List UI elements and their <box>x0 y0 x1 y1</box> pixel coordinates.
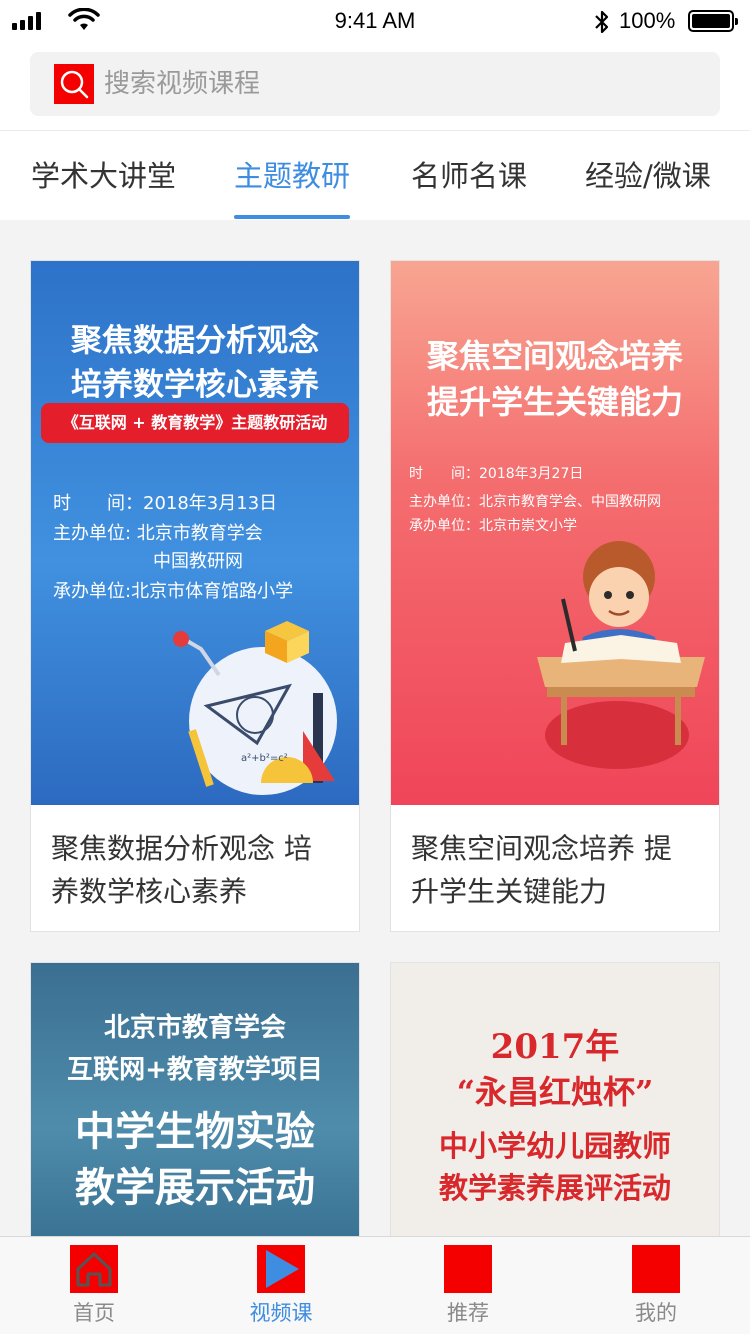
cover-info-line: 主办单位：北京市教育学会、中国教研网 <box>409 494 661 510</box>
course-title: 聚焦数据分析观念 培养数学核心素养 <box>51 832 312 908</box>
home-icon <box>70 1245 118 1293</box>
tab-famous-teacher[interactable]: 名师名课 <box>411 131 527 221</box>
student-illustration <box>537 541 705 769</box>
bottom-tab-bar: 首页 视频课 推荐 我的 <box>0 1236 750 1334</box>
tab-academic-lecture[interactable]: 学术大讲堂 <box>31 131 176 221</box>
tabbar-label: 推荐 <box>447 1301 489 1325</box>
course-card[interactable]: 2017年 “永昌红烛杯” 中小学幼儿园教师 教学素养展评活动 <box>390 962 720 1238</box>
cover-headline: “永昌红烛杯” <box>456 1073 654 1111</box>
course-card[interactable]: 聚焦数据分析观念 培养数学核心素养 《互联网 + 教育教学》主题教研活动 时 间… <box>30 260 360 932</box>
tabbar-label: 视频课 <box>249 1301 313 1325</box>
cover-headline: 北京市教育学会 <box>103 1013 286 1043</box>
cover-headline: 中小学幼儿园教师 <box>438 1129 671 1163</box>
play-icon <box>257 1245 305 1293</box>
cover-info-line: 时 间：2018年3月13日 <box>53 493 278 514</box>
search-input[interactable] <box>104 52 694 116</box>
cover-headline: 2017年 <box>490 1027 620 1067</box>
battery-icon <box>688 10 738 32</box>
tab-label: 学术大讲堂 <box>31 159 177 193</box>
cover-headline: 教学展示活动 <box>75 1165 315 1211</box>
cover-info-line: 时 间：2018年3月27日 <box>409 466 584 482</box>
tab-label: 经验/微课 <box>585 159 711 193</box>
tab-theme-research[interactable]: 主题教研 <box>234 131 351 221</box>
search-icon[interactable] <box>54 64 94 104</box>
geometry-illustration: a²+b²=c² <box>173 621 337 795</box>
course-cover: 聚焦数据分析观念 培养数学核心素养 《互联网 + 教育教学》主题教研活动 时 间… <box>31 261 359 805</box>
cover-headline: 互联网+教育教学项目 <box>67 1055 323 1085</box>
cover-headline: 中学生物实验 <box>75 1109 315 1155</box>
cover-info-line: 主办单位: 北京市教育学会 <box>53 523 263 544</box>
tab-label: 名师名课 <box>411 159 528 193</box>
active-tab-indicator <box>234 215 351 219</box>
tabbar-recommend[interactable]: 推荐 <box>408 1237 528 1334</box>
cover-banner: 《互联网 + 教育教学》主题教研活动 <box>41 403 349 443</box>
course-card[interactable]: 北京市教育学会 互联网+教育教学项目 中学生物实验 教学展示活动 <box>30 962 360 1238</box>
cover-headline: 聚焦数据分析观念 <box>71 323 319 359</box>
cover-headline: 教学素养展评活动 <box>438 1171 671 1205</box>
category-tabs: 学术大讲堂 主题教研 名师名课 经验/微课 <box>0 130 750 220</box>
cover-info-line: 承办单位：北京市崇文小学 <box>409 518 577 534</box>
tabbar-profile[interactable]: 我的 <box>596 1237 716 1334</box>
cover-formula: a²+b²=c² <box>241 753 288 764</box>
tab-experience-micro[interactable]: 经验/微课 <box>585 131 711 221</box>
status-bar: 9:41 AM 100% <box>0 0 750 44</box>
cover-headline: 聚焦空间观念培养 <box>426 337 683 375</box>
tabbar-home[interactable]: 首页 <box>34 1237 154 1334</box>
recommend-icon <box>444 1245 492 1293</box>
course-card[interactable]: 聚焦空间观念培养 提升学生关键能力 时 间：2018年3月27日 主办单位：北京… <box>390 260 720 932</box>
cover-headline: 提升学生关键能力 <box>426 383 683 421</box>
cover-headline: 培养数学核心素养 <box>71 367 319 403</box>
course-cover: 2017年 “永昌红烛杯” 中小学幼儿园教师 教学素养展评活动 <box>391 963 719 1237</box>
search-bar <box>0 44 750 130</box>
tabbar-video[interactable]: 视频课 <box>221 1237 341 1334</box>
cover-info-line: 承办单位:北京市体育馆路小学 <box>53 581 294 602</box>
search-box[interactable] <box>30 52 720 116</box>
tabbar-label: 首页 <box>73 1301 115 1325</box>
cover-info-line: 中国教研网 <box>153 551 243 572</box>
course-cover: 北京市教育学会 互联网+教育教学项目 中学生物实验 教学展示活动 <box>31 963 359 1237</box>
battery-percent: 100% <box>619 8 676 33</box>
tabbar-label: 我的 <box>635 1301 677 1325</box>
tab-label: 主题教研 <box>234 159 351 193</box>
profile-icon <box>632 1245 680 1293</box>
course-title: 聚焦空间观念培养 提升学生关键能力 <box>411 832 672 908</box>
course-cover: 聚焦空间观念培养 提升学生关键能力 时 间：2018年3月27日 主办单位：北京… <box>391 261 719 805</box>
bluetooth-icon <box>595 10 609 34</box>
